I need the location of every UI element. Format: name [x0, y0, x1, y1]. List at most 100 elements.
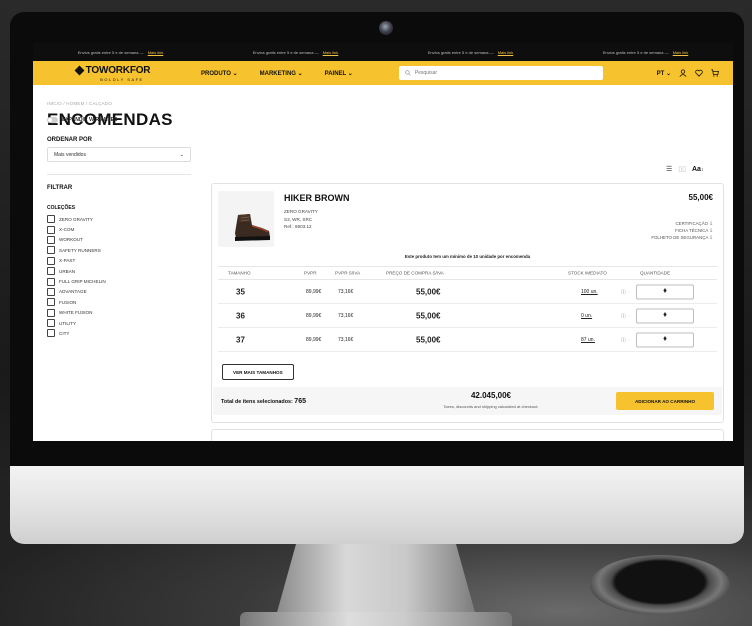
- collection-label: ZERO GRAVITY: [59, 216, 93, 222]
- column-header: PVPR S/IVA: [335, 270, 361, 276]
- size-value: 36: [236, 311, 245, 320]
- info-icon[interactable]: ⓘ: [621, 288, 626, 295]
- product-image[interactable]: [218, 191, 274, 247]
- product-name[interactable]: HIKER BROWN: [284, 193, 350, 203]
- checkbox[interactable]: [47, 308, 55, 317]
- sort-select[interactable]: Mais vendidos ⌄: [47, 147, 191, 162]
- promo-item: Envios gratis entre 5 e de semana — Mais…: [252, 49, 339, 55]
- stock-value[interactable]: 100 un.: [581, 289, 598, 295]
- divider: [47, 174, 191, 175]
- expand-variants-toggle[interactable]: EXPANDIR VARIANTES: [47, 117, 191, 123]
- nav-actions: PT ⌄: [657, 69, 719, 77]
- toggle-switch[interactable]: [47, 117, 58, 123]
- column-header: QUANTIDADE: [640, 270, 671, 276]
- collection-label: SAFETY RUNNERS: [59, 247, 101, 253]
- brand-logo[interactable]: TOWORKFOR BOLDLY SAFE: [43, 65, 183, 82]
- more-sizes-button[interactable]: VER MAIS TAMANHOS: [222, 364, 294, 380]
- cart-icon[interactable]: [711, 69, 719, 77]
- heart-icon[interactable]: [695, 69, 703, 77]
- checkbox[interactable]: [47, 256, 55, 265]
- certification-link[interactable]: CERTIFICAÇÃO ⇩: [651, 220, 713, 227]
- purchase-price-value: 55,00€: [416, 287, 441, 296]
- pvpr-no-vat-value: 73,16€: [338, 336, 354, 343]
- menu-item-marketing[interactable]: MARKETING: [260, 70, 303, 77]
- increment-button[interactable]: +: [663, 289, 667, 295]
- quantity-stepper: −0 +: [636, 332, 694, 347]
- checkbox[interactable]: [47, 319, 55, 328]
- increment-button[interactable]: +: [663, 313, 667, 319]
- pvpr-value: 89,99€: [306, 288, 322, 295]
- pvpr-no-vat-value: 73,16€: [338, 288, 354, 295]
- promo-link[interactable]: Mais link: [498, 50, 514, 55]
- collection-filter[interactable]: X-PAST: [47, 256, 191, 266]
- collection-filter[interactable]: X-COM: [47, 224, 191, 234]
- stock-value[interactable]: 0 un.: [581, 313, 592, 319]
- monitor-base: [240, 612, 512, 626]
- checkbox[interactable]: [47, 235, 55, 244]
- table-row: 37 89,99€ 73,16€ 55,00€ 87 un. ⓘ −0 +: [218, 328, 717, 352]
- collection-filter[interactable]: FUSION: [47, 297, 191, 307]
- checkbox[interactable]: [47, 267, 55, 276]
- boot-image: [235, 214, 270, 241]
- menu-item-painel[interactable]: PAINEL: [325, 70, 353, 77]
- promo-link[interactable]: Mais link: [148, 50, 164, 55]
- list-view-icon[interactable]: ☰: [666, 165, 672, 173]
- datasheet-link[interactable]: FICHA TÉCNICA ⇩: [651, 227, 713, 234]
- search-input[interactable]: [414, 70, 585, 76]
- download-icon: ⇩: [709, 228, 713, 234]
- promo-link[interactable]: Mais link: [673, 50, 689, 55]
- download-icon: ⇩: [709, 221, 713, 226]
- menu-item-produto[interactable]: PRODUTO: [201, 70, 238, 77]
- pvpr-value: 89,99€: [306, 336, 322, 343]
- collection-filter[interactable]: URBAN: [47, 266, 191, 276]
- checkbox[interactable]: [47, 246, 55, 255]
- collection-filter[interactable]: WHITE FUSION: [47, 308, 191, 318]
- collection-filter[interactable]: WORKOUT: [47, 235, 191, 245]
- sort-label: ORDENAR POR: [47, 137, 93, 143]
- checkbox[interactable]: [47, 287, 55, 296]
- text-size-toggle[interactable]: Aa↕: [692, 166, 703, 173]
- pvpr-no-vat-value: 73,16€: [338, 312, 354, 319]
- chevron-down-icon: ⌄: [179, 151, 184, 158]
- grid-view-icon[interactable]: ▯▯: [678, 165, 686, 173]
- language-selector[interactable]: PT ⌄: [657, 70, 671, 77]
- filter-sidebar: EXPANDIR VARIANTES ORDENAR POR Mais vend…: [47, 117, 191, 339]
- collection-label: X-COM: [59, 227, 75, 233]
- quantity-stepper: −0 +: [636, 284, 694, 299]
- search-box: [398, 66, 603, 80]
- quantity-stepper: −0 +: [636, 308, 694, 323]
- checkbox[interactable]: [47, 298, 55, 307]
- info-icon[interactable]: ⓘ: [621, 312, 626, 319]
- product-documents: CERTIFICAÇÃO ⇩ FICHA TÉCNICA ⇩ FOLHETO D…: [651, 220, 713, 242]
- product-collection: ZERO GRAVITY: [284, 209, 318, 214]
- checkbox[interactable]: [47, 277, 55, 286]
- breadcrumb[interactable]: INÍCIO / HOMEM / CALÇADO: [47, 101, 719, 106]
- product-meta: ZERO GRAVITY S3, WR, SRC Ref.: 6903.12: [284, 208, 318, 231]
- collection-filter[interactable]: ZERO GRAVITY: [47, 214, 191, 224]
- user-icon[interactable]: [679, 69, 687, 77]
- purchase-price-value: 55,00€: [416, 335, 441, 344]
- promo-link[interactable]: Mais link: [323, 50, 339, 55]
- add-to-cart-button[interactable]: ADICIONAR AO CARRINHO: [616, 392, 714, 410]
- order-total-amount: 42.045,00€: [470, 391, 512, 400]
- checkbox[interactable]: [47, 329, 55, 338]
- filter-label: FILTRAR: [47, 185, 73, 191]
- column-header: PREÇO DE COMPRA S/IVA: [386, 270, 444, 276]
- collection-label: FUSION: [59, 299, 77, 305]
- promo-item: Envios gratis entre 5 e de semana — Mais…: [602, 49, 689, 55]
- safety-leaflet-link[interactable]: FOLHETO DE SEGURANÇA ⇩: [651, 234, 713, 241]
- checkbox[interactable]: [47, 215, 55, 224]
- main-nav: TOWORKFOR BOLDLY SAFE PRODUTO MARKETING …: [33, 61, 733, 85]
- checkbox[interactable]: [47, 225, 55, 234]
- collection-filter[interactable]: UTILITY: [47, 318, 191, 328]
- collection-label: ADVANTAGE: [59, 289, 87, 295]
- table-header: TAMANHO PVPR PVPR S/IVA PREÇO DE COMPRA …: [218, 266, 717, 280]
- collection-filter[interactable]: ADVANTAGE: [47, 287, 191, 297]
- collection-filter[interactable]: CITY: [47, 328, 191, 338]
- info-icon[interactable]: ⓘ: [621, 336, 626, 343]
- collection-filter[interactable]: SAFETY RUNNERS: [47, 245, 191, 255]
- collection-filter[interactable]: FULL GRIP MICHELIN: [47, 276, 191, 286]
- column-header: PVPR: [304, 270, 317, 276]
- stock-value[interactable]: 87 un.: [581, 337, 595, 343]
- increment-button[interactable]: +: [663, 337, 667, 343]
